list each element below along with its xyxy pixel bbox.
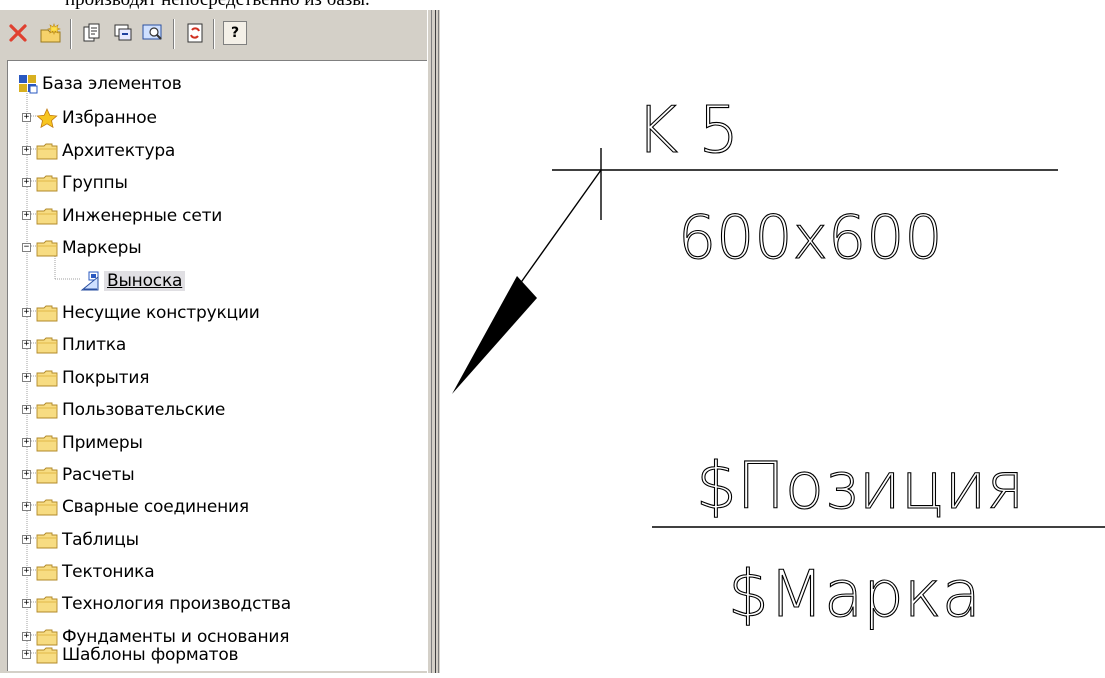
tree-item-label: Технология производства [62, 594, 291, 614]
expand-icon[interactable]: + [22, 650, 31, 659]
leader-element-icon [80, 271, 99, 291]
toolbar-separator [173, 19, 175, 49]
element-base-panel: ? База элементов + Избранное + Архитекту… [0, 10, 440, 673]
tree-item-label: Группы [62, 173, 128, 193]
folder-icon [36, 499, 58, 516]
preview-icon[interactable] [140, 20, 166, 46]
element-tree: База элементов + Избранное + Архитектура + Гр… [7, 60, 427, 671]
tree-item-label: Примеры [62, 433, 143, 453]
tree-item-label: Сварные соединения [62, 497, 249, 517]
toolbar-separator [213, 19, 215, 49]
marker-bottom-text: 600x600 [678, 203, 943, 273]
expand-icon[interactable]: + [22, 308, 31, 317]
tree-item-label: Тектоника [62, 562, 155, 582]
tree-root-label: База элементов [42, 74, 182, 94]
tree-item[interactable]: Выноска [80, 268, 186, 294]
tree-item[interactable]: + Плитка [22, 332, 127, 358]
folder-icon [36, 337, 58, 354]
expand-icon[interactable]: + [22, 632, 31, 641]
folder-icon [36, 305, 58, 322]
expand-icon[interactable]: + [22, 146, 31, 155]
splitter[interactable] [427, 10, 440, 673]
expand-icon[interactable]: + [22, 535, 31, 544]
leader-line [516, 169, 602, 289]
folder-icon [36, 467, 58, 484]
tree-item-label: Выноска [104, 271, 186, 291]
properties-icon[interactable] [79, 20, 105, 46]
tree-item[interactable]: + Шаблоны форматов [22, 642, 239, 668]
tree-item[interactable]: + Архитектура [22, 138, 176, 164]
folder-icon [36, 143, 58, 160]
toolbar: ? [0, 10, 440, 60]
collapse-icon[interactable]: − [22, 243, 31, 252]
expand-icon[interactable]: + [22, 211, 31, 220]
expand-icon[interactable]: + [22, 405, 31, 414]
folder-icon [36, 647, 58, 664]
tree-item[interactable]: + Несущие конструкции [22, 300, 260, 326]
refresh-icon[interactable] [182, 20, 208, 46]
tree-item[interactable]: + Группы [22, 170, 128, 196]
tree-item-label: Маркеры [62, 238, 142, 258]
tree-item[interactable]: − Маркеры [22, 235, 142, 261]
folder-icon [36, 532, 58, 549]
template-position-text: $Позиция [696, 450, 1024, 524]
tree-item-label: Плитка [62, 335, 127, 355]
tree-item[interactable]: + Покрытия [22, 365, 150, 391]
template-mark-text: $Марка [728, 558, 981, 632]
help-icon[interactable]: ? [223, 21, 247, 45]
tree-item-label: Несущие конструкции [62, 303, 260, 323]
expand-icon[interactable]: + [22, 340, 31, 349]
folder-icon [36, 435, 58, 452]
folder-icon [36, 564, 58, 581]
toolbar-separator [70, 19, 72, 49]
tree-item-label: Покрытия [62, 368, 150, 388]
tree-item-label: Пользовательские [62, 400, 226, 420]
tree-item[interactable]: + Тектоника [22, 559, 155, 585]
tree-item[interactable]: + Пользовательские [22, 397, 226, 423]
marker-top-text: K 5 [636, 94, 739, 168]
folder-icon [36, 402, 58, 419]
expand-icon[interactable]: + [22, 178, 31, 187]
tree-root[interactable]: База элементов [18, 71, 182, 97]
tree-item[interactable]: + Избранное [22, 105, 157, 131]
expand-icon[interactable]: + [22, 599, 31, 608]
tree-item-label: Расчеты [62, 465, 135, 485]
tree-item[interactable]: + Расчеты [22, 462, 135, 488]
folder-icon [36, 240, 58, 257]
star-icon [36, 108, 58, 128]
folder-icon [36, 175, 58, 192]
tree-item-label: Архитектура [62, 141, 176, 161]
drawing-canvas[interactable]: K 5 600x600 $Позиция $Марка [440, 0, 1105, 673]
tree-item[interactable]: + Таблицы [22, 527, 139, 553]
tree-item[interactable]: + Инженерные сети [22, 203, 223, 229]
tree-item-label: Шаблоны форматов [62, 645, 239, 665]
expand-icon[interactable]: + [22, 438, 31, 447]
new-folder-icon[interactable] [38, 20, 64, 46]
delete-icon[interactable] [5, 20, 31, 46]
folder-icon [36, 208, 58, 225]
tree-item[interactable]: + Примеры [22, 430, 143, 456]
database-icon [19, 75, 38, 94]
expand-icon[interactable]: + [22, 502, 31, 511]
tree-item[interactable]: + Технология производства [22, 591, 291, 617]
insert-icon[interactable] [110, 20, 136, 46]
expand-icon[interactable]: + [22, 470, 31, 479]
expand-icon[interactable]: + [22, 113, 31, 122]
arrowhead [452, 276, 537, 394]
folder-icon [36, 370, 58, 387]
tree-item-label: Таблицы [62, 530, 139, 550]
expand-icon[interactable]: + [22, 373, 31, 382]
tree-item-label: Инженерные сети [62, 206, 223, 226]
tree-item-label: Избранное [62, 108, 157, 128]
expand-icon[interactable]: + [22, 567, 31, 576]
folder-icon [36, 596, 58, 613]
tree-item[interactable]: + Сварные соединения [22, 494, 249, 520]
